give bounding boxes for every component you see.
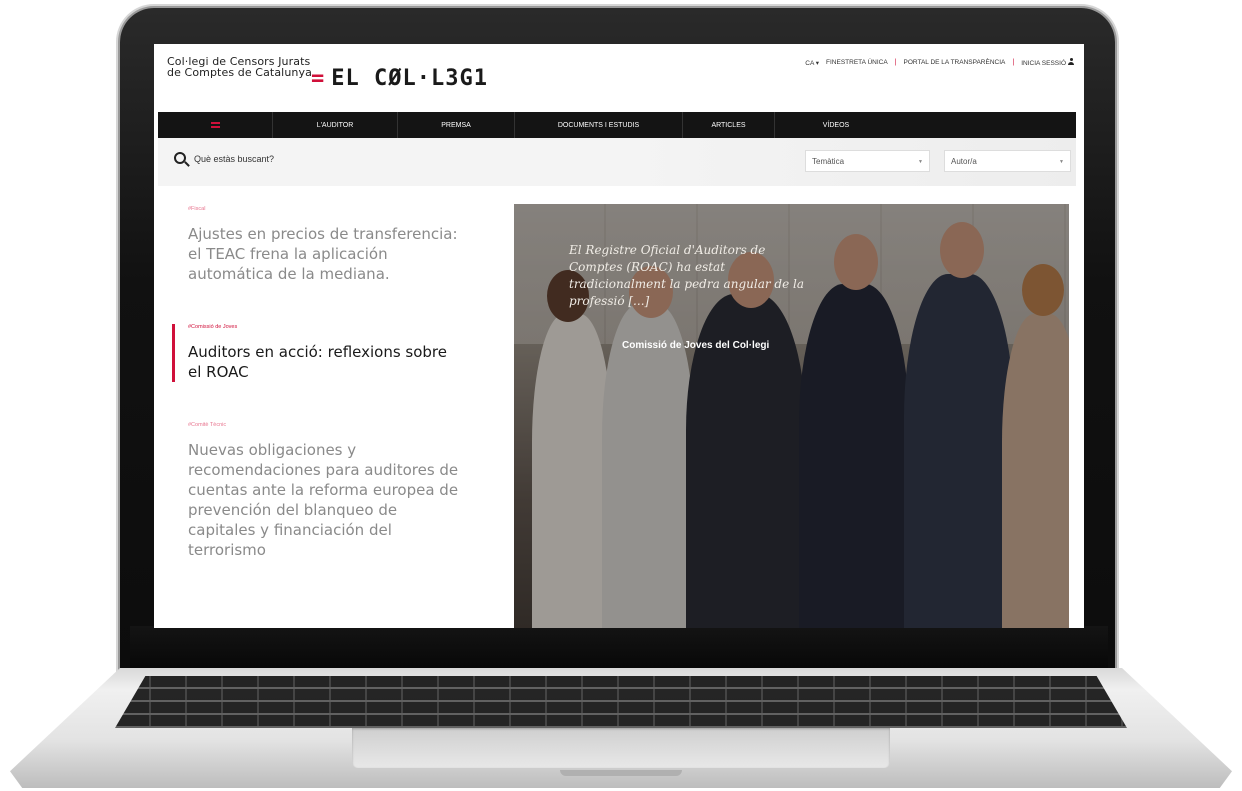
nav-item-videos[interactable]: VÍDEOS: [775, 112, 897, 138]
filter-autor-value: Autor/a: [951, 157, 977, 166]
article-item[interactable]: #Comitè Tècnic Nuevas obligaciones y rec…: [172, 422, 462, 560]
chevron-down-icon: ▼: [1059, 159, 1064, 165]
org-name[interactable]: Col·legi de Censors Jurats de Comptes de…: [167, 56, 312, 78]
brand-logo[interactable]: = EL CØL·L3G1: [311, 66, 488, 91]
nav-item-articles[interactable]: ARTICLES: [683, 112, 775, 138]
separator: |: [894, 59, 897, 66]
hamburger-icon: [210, 122, 220, 128]
org-name-line2: de Comptes de Catalunya: [167, 66, 312, 79]
article-item-active[interactable]: #Comissió de Joves Auditors en acció: re…: [172, 324, 462, 382]
hero-caption[interactable]: Comissió de Joves del Col·legi: [622, 340, 769, 351]
brand-text: EL CØL·L3G1: [331, 66, 488, 91]
nav-item-auditor[interactable]: L'AUDITOR: [273, 112, 398, 138]
login-label: INICIA SESSIÓ: [1021, 60, 1066, 67]
link-login[interactable]: INICIA SESSIÓ: [1021, 58, 1074, 67]
article-title[interactable]: Ajustes en precios de transferencia: el …: [188, 224, 462, 284]
top-links: CA ▾ FINESTRETA ÚNICA | PORTAL DE LA TRA…: [805, 58, 1074, 67]
filter-autor[interactable]: Autor/a ▼: [944, 150, 1071, 172]
article-tag[interactable]: #Comitè Tècnic: [188, 422, 462, 428]
nav-item-premsa[interactable]: PREMSA: [398, 112, 515, 138]
article-list: #Fiscal Ajustes en precios de transferen…: [172, 194, 462, 559]
hero-quote[interactable]: El Registre Oficial d'Auditors de Compte…: [569, 242, 814, 310]
article-tag[interactable]: #Fiscal: [188, 206, 462, 212]
language-selector[interactable]: CA ▾: [805, 59, 819, 67]
menu-button[interactable]: [158, 112, 273, 138]
filter-tematica-value: Temàtica: [812, 157, 845, 166]
link-finestreta[interactable]: FINESTRETA ÚNICA: [826, 59, 888, 66]
nav-item-documents[interactable]: DOCUMENTS I ESTUDIS: [515, 112, 683, 138]
search-input[interactable]: [194, 150, 594, 168]
site-header: Col·legi de Censors Jurats de Comptes de…: [154, 44, 1084, 112]
article-title[interactable]: Auditors en acció: reflexions sobre el R…: [188, 342, 462, 382]
laptop-notch: [560, 770, 682, 776]
laptop-screen: Col·legi de Censors Jurats de Comptes de…: [154, 44, 1084, 628]
link-portal[interactable]: PORTAL DE LA TRANSPARÈNCIA: [904, 59, 1006, 66]
article-item[interactable]: #Fiscal Ajustes en precios de transferen…: [172, 206, 462, 284]
hero-image[interactable]: El Registre Oficial d'Auditors de Compte…: [514, 204, 1069, 628]
brand-mark: =: [311, 66, 326, 91]
main-nav: L'AUDITOR PREMSA DOCUMENTS I ESTUDIS ART…: [158, 112, 1076, 138]
laptop-keyboard: [115, 676, 1127, 728]
chevron-down-icon: ▼: [918, 159, 923, 165]
article-tag[interactable]: #Comissió de Joves: [188, 324, 462, 330]
laptop-trackpad: [352, 728, 890, 768]
filter-tematica[interactable]: Temàtica ▼: [805, 150, 930, 172]
article-title[interactable]: Nuevas obligaciones y recomendaciones pa…: [188, 440, 462, 560]
separator: |: [1012, 59, 1015, 66]
user-icon: [1068, 58, 1074, 65]
search-icon[interactable]: [174, 152, 186, 164]
search-bar: Temàtica ▼ Autor/a ▼: [158, 138, 1076, 186]
